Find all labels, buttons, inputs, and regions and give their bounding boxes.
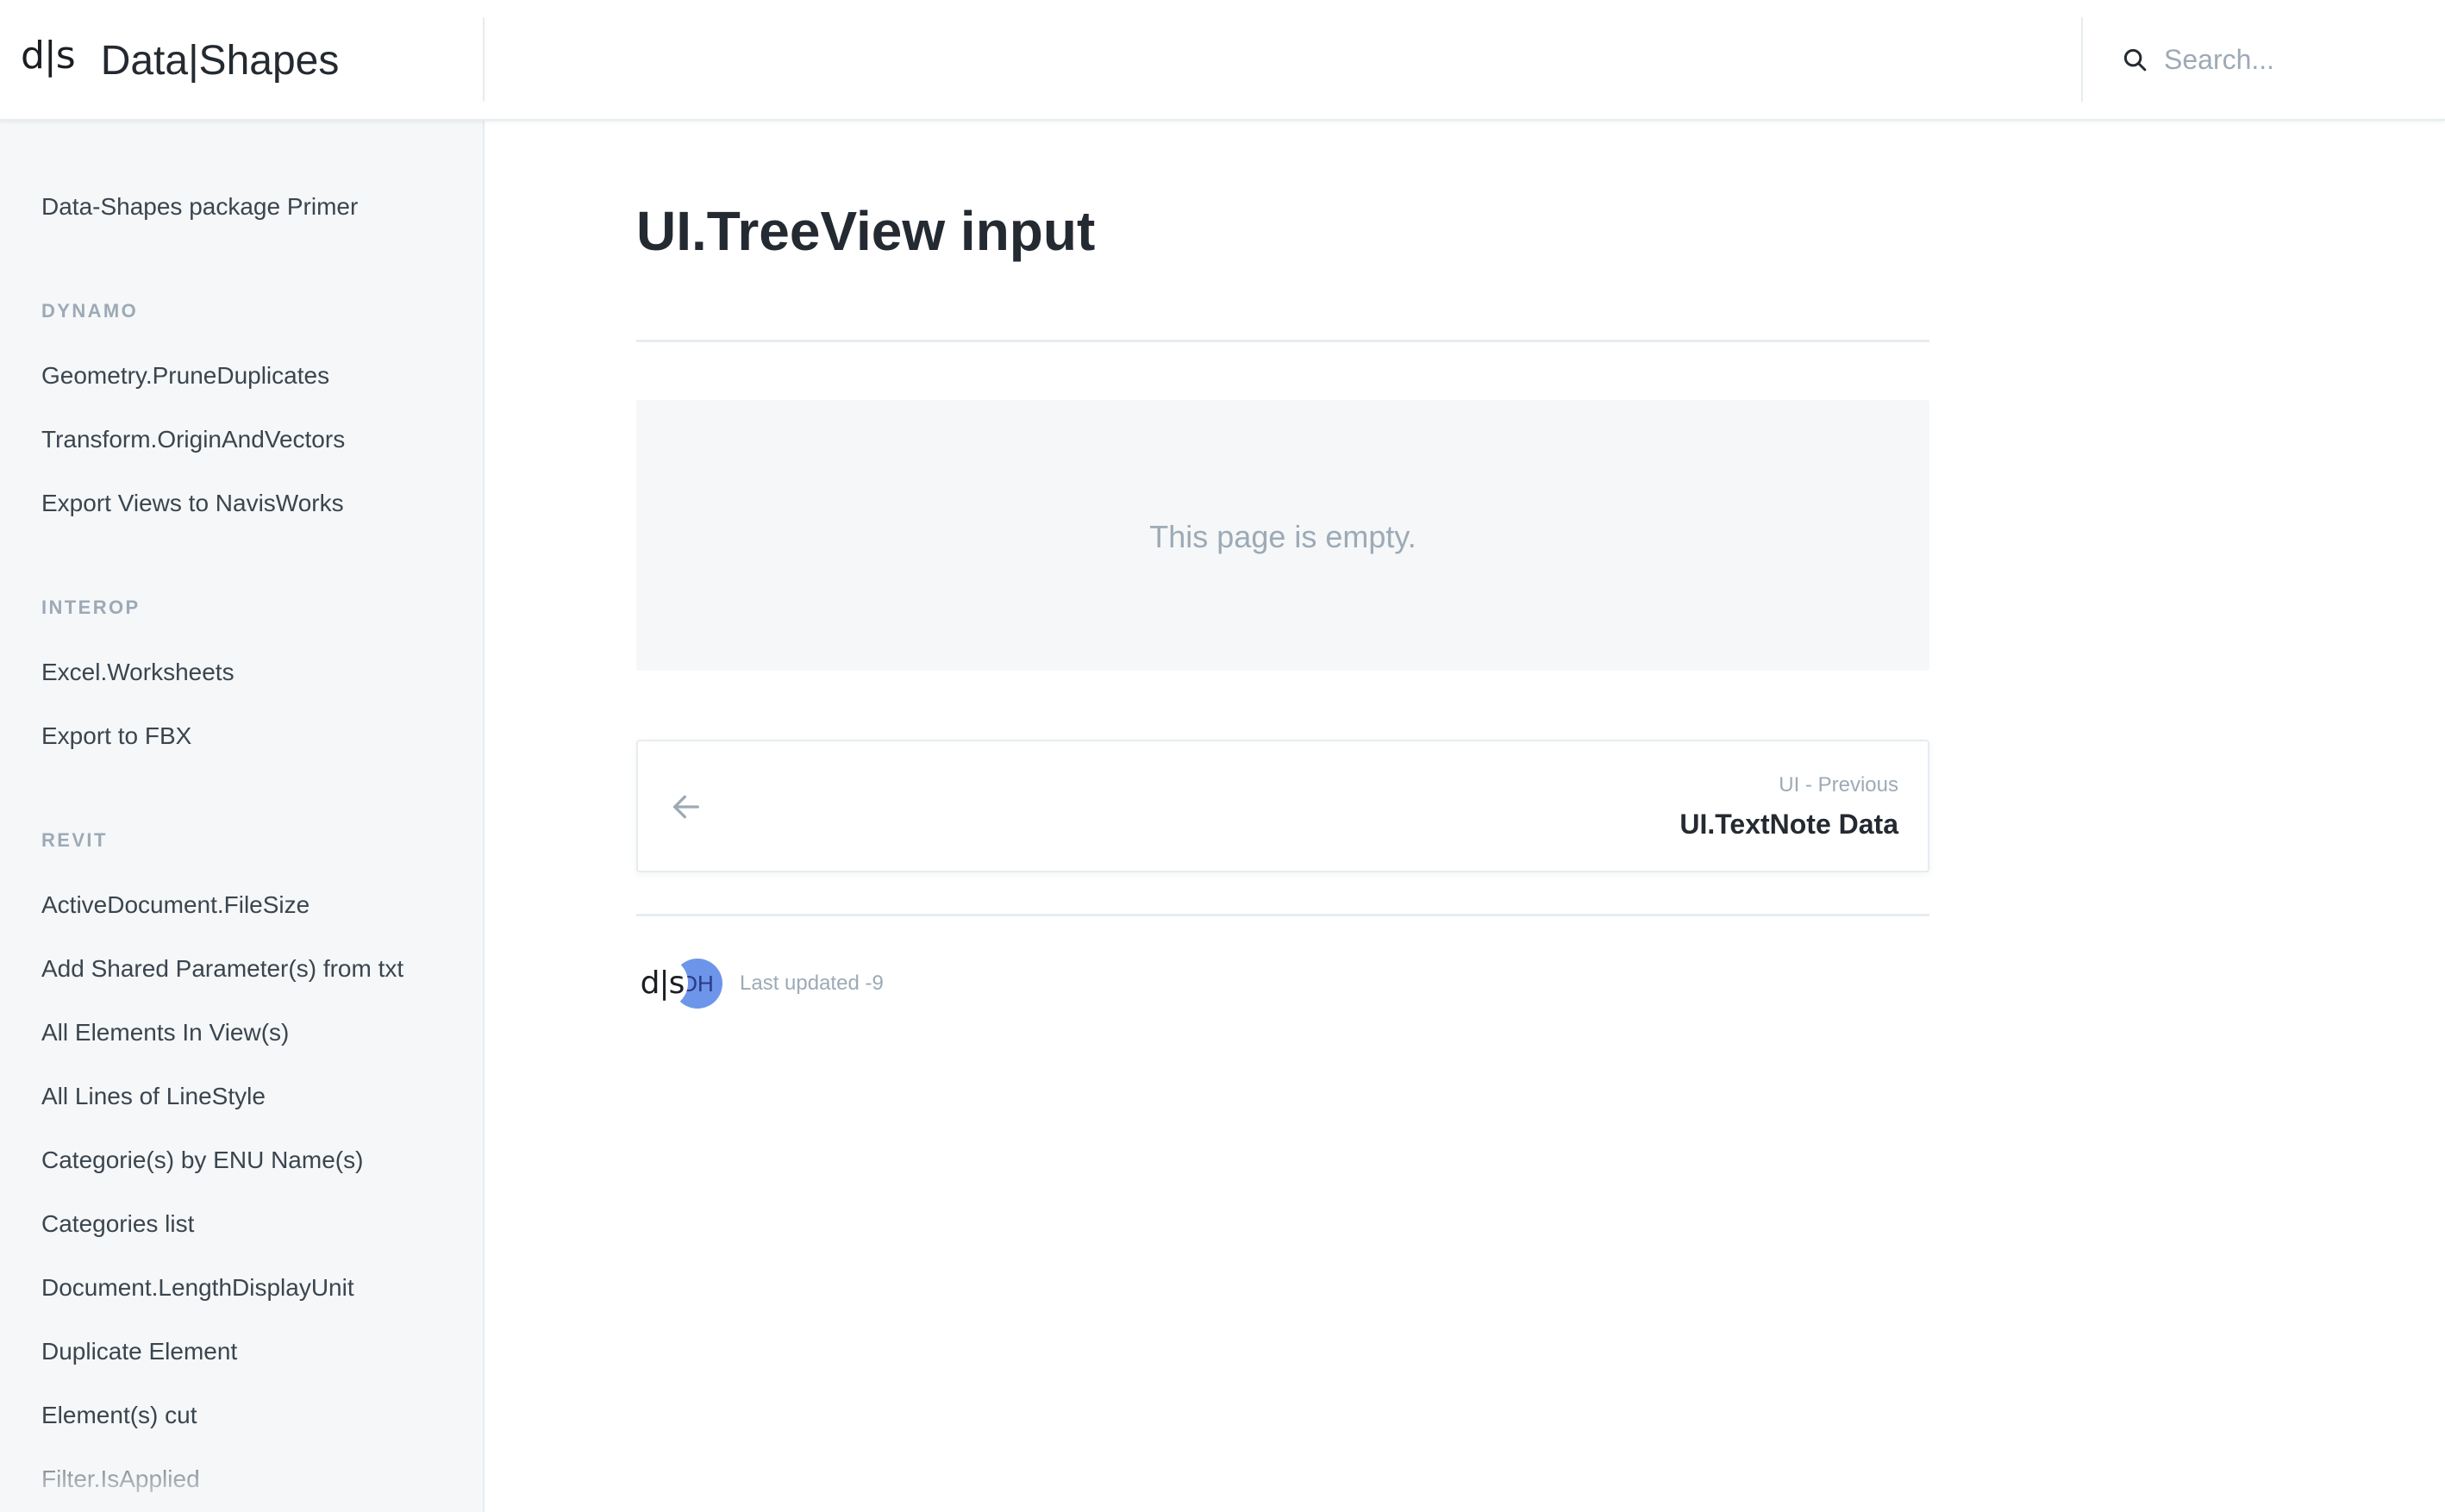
footer-divider bbox=[636, 914, 1929, 916]
sidebar-nav: Data-Shapes package Primer DYNAMO Geomet… bbox=[0, 121, 485, 1512]
sidebar-item[interactable]: Categorie(s) by ENU Name(s) bbox=[41, 1143, 363, 1178]
sidebar-item[interactable]: ActiveDocument.FileSize bbox=[41, 888, 310, 922]
last-updated-text: Last updated -9 bbox=[740, 972, 884, 995]
header-divider bbox=[483, 17, 485, 102]
sidebar-item[interactable]: Export Views to NavisWorks bbox=[41, 486, 344, 521]
search-icon bbox=[2117, 42, 2152, 77]
search-box[interactable] bbox=[2104, 21, 2431, 98]
sidebar-section-dynamo: DYNAMO bbox=[41, 300, 139, 322]
arrow-left-icon bbox=[669, 790, 703, 824]
sidebar-item[interactable]: Document.LengthDisplayUnit bbox=[41, 1271, 354, 1305]
previous-page-link[interactable]: UI - Previous UI.TextNote Data bbox=[636, 740, 1929, 872]
empty-message: This page is empty. bbox=[1149, 519, 1416, 554]
sidebar-section-interop: INTEROP bbox=[41, 597, 141, 618]
sidebar-item[interactable]: Categories list bbox=[41, 1207, 194, 1241]
contributors-avatars: d|s DH bbox=[636, 957, 731, 1010]
page-title: UI.TreeView input bbox=[636, 200, 1096, 262]
top-header: d|s Data|Shapes bbox=[0, 0, 2445, 121]
sidebar-item[interactable]: Element(s) cut bbox=[41, 1398, 197, 1433]
search-input[interactable] bbox=[2164, 43, 2423, 76]
sidebar-item[interactable]: All Lines of LineStyle bbox=[41, 1079, 266, 1114]
logo: d|s bbox=[21, 34, 76, 78]
title-divider bbox=[636, 340, 1929, 342]
sidebar-item[interactable]: All Elements In View(s) bbox=[41, 1015, 289, 1050]
search-divider bbox=[2081, 17, 2083, 102]
sidebar-item[interactable]: Transform.OriginAndVectors bbox=[41, 422, 345, 457]
sidebar-section-revit: REVIT bbox=[41, 829, 108, 851]
previous-page-title: UI.TextNote Data bbox=[1679, 809, 1898, 840]
sidebar-item-primer[interactable]: Data-Shapes package Primer bbox=[41, 190, 358, 224]
sidebar-item[interactable]: Duplicate Element bbox=[41, 1334, 237, 1369]
avatar: d|s bbox=[636, 957, 688, 1009]
brand-home-link[interactable]: d|s Data|Shapes bbox=[0, 0, 485, 119]
sidebar-item[interactable]: Excel.Worksheets bbox=[41, 655, 234, 690]
sidebar-item[interactable]: Geometry.PruneDuplicates bbox=[41, 359, 329, 393]
sidebar-item[interactable]: Export to FBX bbox=[41, 719, 191, 753]
brand-name: Data|Shapes bbox=[100, 38, 340, 84]
empty-page-notice: This page is empty. bbox=[636, 400, 1929, 671]
sidebar-item[interactable]: Filter.IsApplied bbox=[41, 1462, 200, 1496]
sidebar-item[interactable]: Add Shared Parameter(s) from txt bbox=[41, 952, 403, 986]
previous-page-section: UI - Previous bbox=[1779, 773, 1898, 797]
